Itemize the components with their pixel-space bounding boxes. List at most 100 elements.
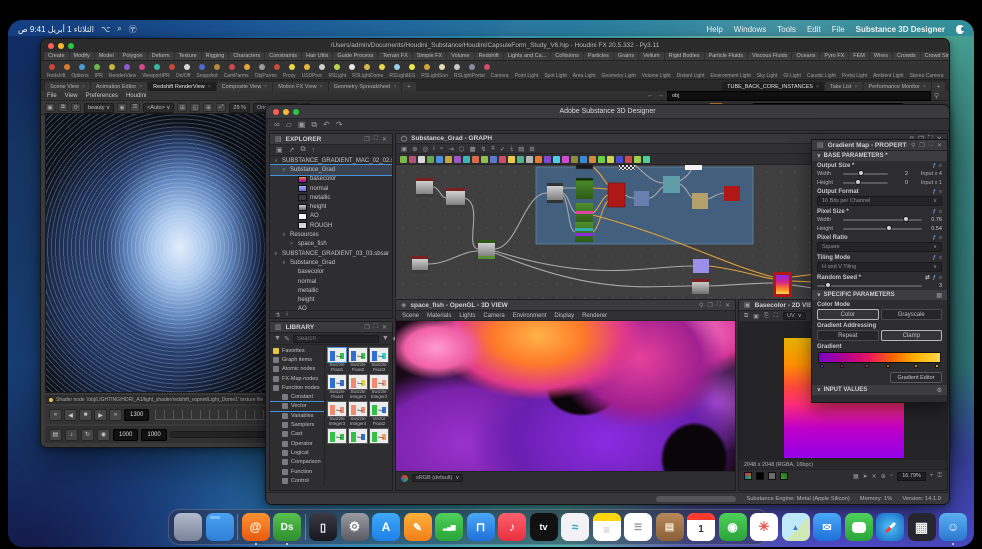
shelf-tab[interactable]: Grains bbox=[614, 52, 638, 60]
view3d-tab-title[interactable]: space_fish - OpenGL - 3D VIEW bbox=[410, 302, 507, 309]
stop-button[interactable]: ■ bbox=[79, 409, 92, 421]
view3d-menu-item[interactable]: Display bbox=[554, 313, 574, 319]
dock-item-keynote[interactable]: ⊓ bbox=[467, 513, 495, 541]
view3d-canvas[interactable] bbox=[396, 321, 735, 471]
graph-tool-icon[interactable]: ⊕ bbox=[412, 145, 417, 153]
maximize-panel-icon[interactable]: ⛶ bbox=[929, 142, 933, 149]
dock-item-facetime[interactable]: ◉ bbox=[719, 513, 747, 541]
add-node-icon[interactable] bbox=[409, 156, 416, 163]
pane-tab[interactable]: Redshift RenderView× bbox=[148, 82, 216, 91]
minimize-button[interactable] bbox=[283, 109, 289, 115]
pixel-height-slider[interactable] bbox=[843, 228, 922, 230]
repeat-button[interactable]: Repeat bbox=[817, 330, 879, 341]
close-icon[interactable]: ✕ bbox=[872, 473, 877, 480]
shelf-tool-icon[interactable] bbox=[49, 64, 55, 70]
explorer-tree-item[interactable]: metallic bbox=[270, 286, 392, 295]
add-node-icon[interactable] bbox=[535, 156, 542, 163]
pin-panel-icon[interactable]: ⚲ bbox=[911, 142, 915, 149]
tiling-icon[interactable] bbox=[780, 472, 788, 480]
dock-item-iphone-mirroring[interactable]: ▯ bbox=[309, 513, 337, 541]
shelf-tool-label[interactable]: Spot Light bbox=[544, 73, 567, 79]
shelf-tool-label[interactable]: RSLightDome bbox=[352, 73, 383, 79]
add-node-icon[interactable] bbox=[436, 156, 443, 163]
library-category-item[interactable]: Texture gene... bbox=[270, 485, 324, 486]
explorer-tree-item[interactable]: AO bbox=[270, 212, 392, 221]
library-filter-icon[interactable]: ▼ bbox=[274, 335, 281, 342]
library-node-card[interactable]: Swizzle Float1 bbox=[327, 347, 347, 373]
range-end-field[interactable]: 1000 bbox=[141, 429, 166, 441]
close-tab-icon[interactable]: × bbox=[923, 84, 926, 90]
add-node-icon[interactable] bbox=[607, 156, 614, 163]
explorer-tree-item[interactable]: height bbox=[270, 295, 392, 304]
shelf-tab[interactable]: Constraints bbox=[265, 52, 301, 60]
shelf-tool-label[interactable]: Geometry Light bbox=[602, 73, 636, 79]
shelf-tool-label[interactable]: Area Light bbox=[573, 73, 596, 79]
gradient-preview-bar[interactable] bbox=[818, 352, 941, 363]
shelf-tool-label[interactable]: Stereo Camera bbox=[910, 73, 944, 79]
add-node-icon[interactable] bbox=[589, 156, 596, 163]
explorer-footer-icon[interactable]: ⚗ bbox=[275, 312, 280, 319]
go-to-start-button[interactable]: « bbox=[49, 409, 62, 421]
view3d-menu-item[interactable]: Materials bbox=[427, 313, 451, 319]
library-node-card[interactable]: Swizzle Integer2 bbox=[369, 374, 389, 400]
background-swatch-black[interactable] bbox=[756, 472, 764, 480]
add-node-icon[interactable] bbox=[571, 156, 578, 163]
library-category-item[interactable]: Comparison bbox=[270, 458, 324, 467]
shelf-tab[interactable]: Terrain FX bbox=[378, 52, 411, 60]
expand-icon[interactable]: ⤢ bbox=[216, 103, 226, 112]
shelf-tool-label[interactable]: Point Light bbox=[515, 73, 539, 79]
function-icon[interactable]: ƒ bbox=[933, 235, 936, 241]
explorer-tree-item[interactable]: basecolor bbox=[270, 175, 392, 184]
graph-tool-icon[interactable]: ▣ bbox=[401, 145, 407, 153]
shelf-tool-icon[interactable] bbox=[379, 64, 385, 70]
network-path-field[interactable]: obj bbox=[667, 91, 931, 101]
shelf-tool-label[interactable]: RenderView bbox=[109, 73, 136, 79]
lock-zoom-icon[interactable]: ⚿ bbox=[937, 473, 942, 480]
graph-tool-icon[interactable]: ◎ bbox=[423, 145, 429, 153]
explorer-tree-item[interactable]: ∨ Substance_Grad bbox=[270, 165, 392, 174]
shelf-tab[interactable]: Collisions bbox=[551, 52, 583, 60]
shelf-tool-icon[interactable] bbox=[319, 64, 325, 70]
close-tab-icon[interactable]: × bbox=[393, 84, 396, 90]
add-node-icon[interactable] bbox=[508, 156, 515, 163]
close-tab-icon[interactable]: × bbox=[139, 84, 142, 90]
explorer-tree-item[interactable]: ∨ Resources bbox=[270, 230, 392, 239]
shelf-tool-icon[interactable] bbox=[139, 64, 145, 70]
layers-icon[interactable]: ⧉ bbox=[744, 313, 748, 320]
add-node-icon[interactable] bbox=[517, 156, 524, 163]
grayscale-button[interactable]: Grayscale bbox=[881, 309, 943, 320]
shelf-tab[interactable]: Characters bbox=[229, 52, 264, 60]
dock-item-launchpad[interactable]: ▦ bbox=[908, 513, 936, 541]
explorer-tree-item[interactable]: ROUGH bbox=[270, 221, 392, 230]
graph-tab-title[interactable]: Substance_Grad - GRAPH bbox=[411, 135, 492, 142]
zoom-in-icon[interactable]: ⊕ bbox=[203, 103, 213, 112]
library-node-card[interactable]: Swizzle Integer1 bbox=[348, 374, 368, 400]
shelf-tab[interactable]: Deform bbox=[148, 52, 174, 60]
expand-arrow-icon[interactable]: ∨ bbox=[274, 251, 279, 257]
explorer-tree-item[interactable]: ∨ SUBSTANCE_GRADIENT_03_03.sbsar bbox=[270, 249, 392, 258]
close-tab-icon[interactable]: × bbox=[264, 84, 267, 90]
shelf-tool-label[interactable]: ViewportIPR bbox=[142, 73, 170, 79]
library-category-item[interactable]: FX-Map nodes bbox=[270, 374, 324, 383]
dock-item-downloads-folder[interactable] bbox=[206, 513, 234, 541]
close-tab-icon[interactable]: × bbox=[82, 84, 85, 90]
shelf-tab[interactable]: Create bbox=[44, 52, 69, 60]
shelf-tab[interactable]: Lights and Ca... bbox=[504, 52, 551, 60]
control-center-icon[interactable]: ⌥ bbox=[101, 25, 110, 34]
pixel-ratio-dropdown[interactable]: Square∨ bbox=[817, 242, 942, 252]
close-panel-icon[interactable]: ✕ bbox=[382, 324, 387, 331]
dock-item-reminders[interactable]: ☰ bbox=[624, 513, 652, 541]
active-app-name[interactable]: Substance 3D Designer bbox=[856, 25, 945, 34]
shelf-tool-label[interactable]: Caustic Light bbox=[807, 73, 836, 79]
audio-icon[interactable]: ♪ bbox=[65, 429, 78, 441]
shelf-tool-icon[interactable] bbox=[169, 64, 175, 70]
output-format-dropdown[interactable]: 16 Bits per Channel∨ bbox=[817, 196, 942, 206]
library-node-card[interactable]: Swizzle Float4 bbox=[327, 374, 347, 400]
expand-arrow-icon[interactable]: > bbox=[290, 241, 295, 247]
dock-item-freeform[interactable]: ≈ bbox=[561, 513, 589, 541]
houdini-traffic-lights[interactable] bbox=[48, 43, 74, 49]
library-category-item[interactable]: Function nodes bbox=[270, 383, 324, 392]
explorer-tree-item[interactable]: basecolor bbox=[270, 268, 392, 277]
substance-traffic-lights[interactable] bbox=[273, 109, 299, 115]
view3d-menu-item[interactable]: Scene bbox=[402, 313, 419, 319]
